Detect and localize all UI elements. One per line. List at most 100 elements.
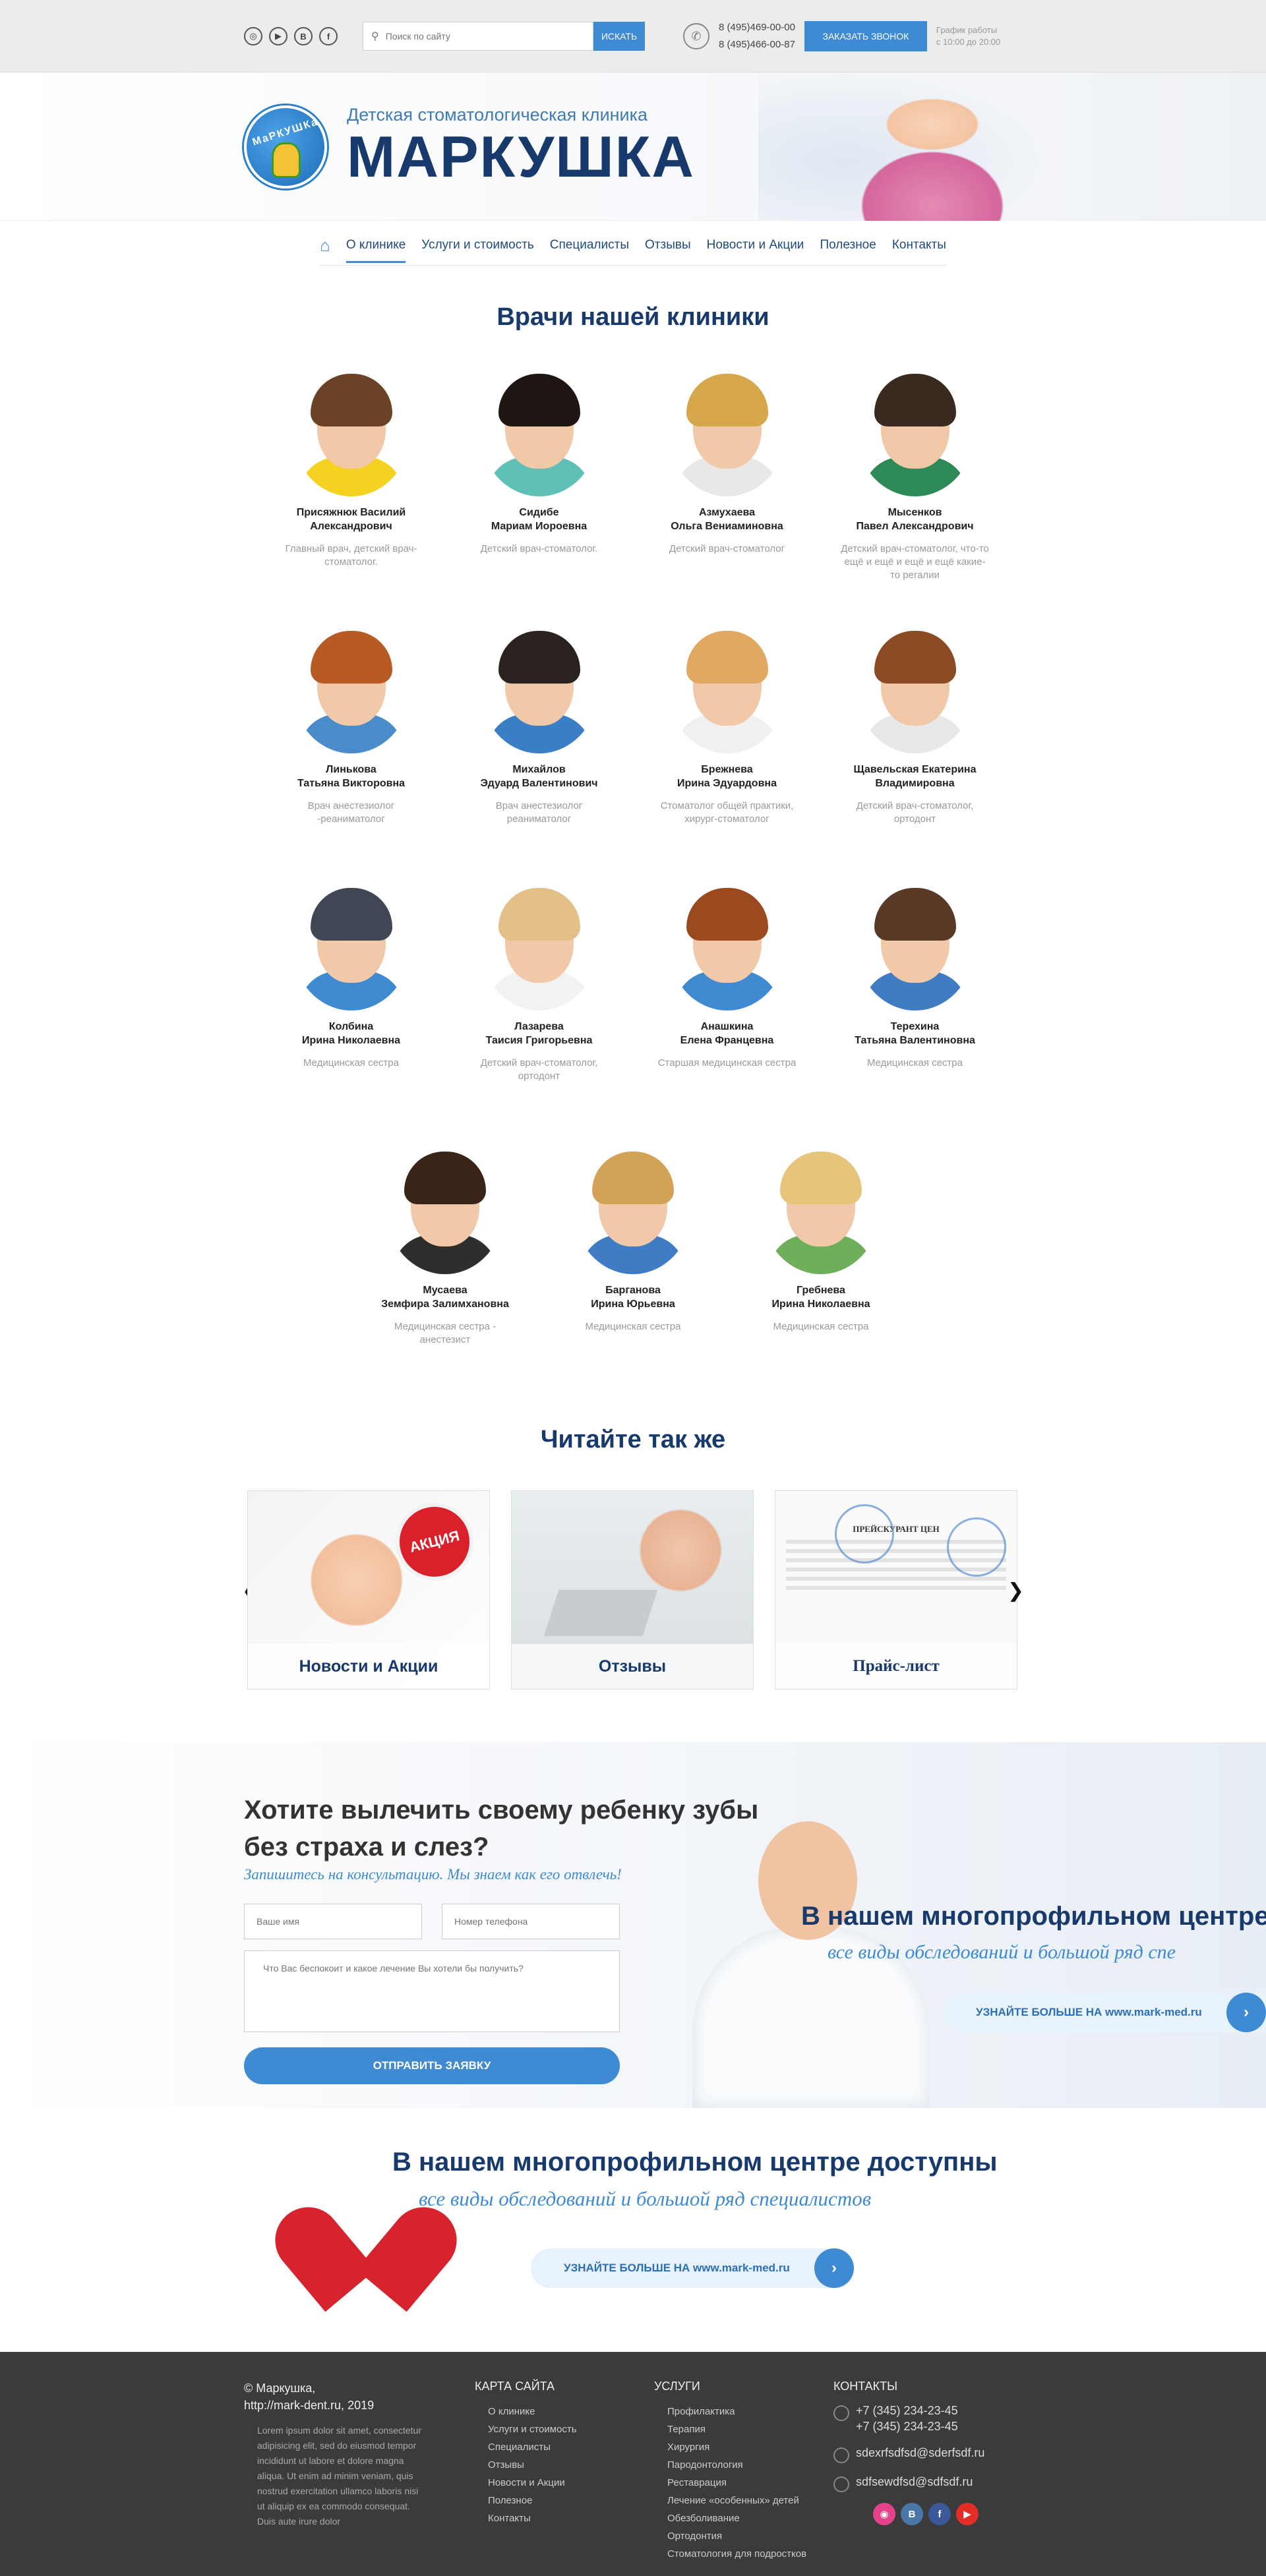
doctor-card[interactable]: Михайлов Эдуард Валентинович Врач анестези… — [445, 622, 633, 859]
doctor-card[interactable]: Азмухаева Ольга Вениаминовна Детский врач-… — [633, 365, 821, 602]
arrow-right-icon[interactable]: ❯ — [1008, 1579, 1024, 1602]
footer-contacts: КОНТАКТЫ +7 (345) 234-23-45 +7 (345) 234… — [833, 2380, 1013, 2563]
dribbble-icon[interactable]: ◉ — [873, 2503, 895, 2525]
search-input[interactable] — [385, 31, 584, 42]
doctor-name: Михайлов Эдуард Валентинович — [445, 763, 633, 790]
footer-service-link[interactable]: Хирургия — [654, 2438, 833, 2456]
vk-icon[interactable]: B — [294, 27, 313, 45]
phone-number[interactable]: 8 (495)466-00-87 — [719, 36, 795, 53]
nav-item[interactable]: Полезное — [820, 238, 876, 252]
youtube-icon[interactable]: ▶ — [269, 27, 287, 45]
footer-service-link[interactable]: Пародонтология — [654, 2456, 833, 2474]
working-hours: График работы с 10:00 до 20:00 — [936, 24, 1009, 48]
card-price-list[interactable]: ПРЕЙСКУРАНТ ЦЕН Прайс-лист — [775, 1490, 1017, 1689]
footer-sitemap-link[interactable]: Услуги и стоимость — [475, 2420, 654, 2438]
name-field[interactable] — [244, 1904, 422, 1939]
card-news[interactable]: АКЦИЯ Новости и Акции — [247, 1490, 490, 1689]
nav-item[interactable]: Отзывы — [645, 238, 691, 252]
card-reviews[interactable]: Отзывы — [511, 1490, 754, 1689]
message-field[interactable] — [244, 1950, 620, 2032]
doctor-card[interactable]: Терехина Татьяна Валентиновна Медицинская … — [821, 879, 1009, 1116]
phone-number[interactable]: +7 (345) 234-23-45 — [856, 2418, 958, 2434]
button-label: УЗНАЙТЕ БОЛЬШЕ НА www.mark-med.ru — [564, 2262, 790, 2274]
doctor-hair — [498, 888, 580, 941]
search-field[interactable]: ⚲ — [363, 22, 593, 51]
nav-item[interactable]: Новости и Акции — [707, 238, 804, 252]
phone-number[interactable]: 8 (495)469-00-00 — [719, 19, 795, 36]
doctor-card[interactable]: Линькова Татьяна Викторовна Врач анестезио… — [257, 622, 445, 859]
home-icon[interactable]: ⌂ — [320, 235, 330, 256]
logo[interactable]: МаРКУШКа — [244, 105, 327, 189]
doctor-role: Старшая медицинская сестра — [657, 1057, 797, 1068]
top-bar: ◎ ▶ Bf ⚲ ИСКАТЬ ✆ 8 (495)469-00-00 8 (495)… — [0, 0, 1266, 73]
copyright-line: © Маркушка, — [244, 2382, 316, 2395]
doctor-name: Присяжнюк Василий Александрович — [257, 506, 445, 533]
doctor-photo — [291, 622, 411, 753]
nav-item[interactable]: О клинике — [346, 238, 406, 263]
doctor-given-name: Мариам Иороевна — [491, 521, 588, 532]
footer-service-link[interactable]: Стоматология для подростков — [654, 2545, 833, 2563]
youtube-icon[interactable]: ▶ — [956, 2503, 979, 2525]
doctor-card[interactable]: Брежнева Ирина Эдуардовна Стоматолог общей… — [633, 622, 821, 859]
promo-title: В нашем многопрофильном центре — [801, 1902, 1266, 1931]
doctor-given-name: Эдуард Валентинович — [480, 778, 598, 789]
doctor-card[interactable]: Мусаева Земфира Залимхановна Медицинская с… — [351, 1142, 539, 1380]
footer-service-link[interactable]: Терапия — [654, 2420, 833, 2438]
doctor-card[interactable]: Сидибе Мариам Иороевна Детский врач-стомат… — [445, 365, 633, 602]
read-also-title: Читайте так же — [540, 1426, 726, 1453]
doctor-card[interactable]: Барганова Ирина Юрьевна Медицинская сестра — [539, 1142, 727, 1380]
doctor-photo — [667, 622, 787, 753]
footer-service-link[interactable]: Ортодонтия — [654, 2527, 833, 2545]
learn-more-button[interactable]: УЗНАЙТЕ БОЛЬШЕ НА www.mark-med.ru › — [943, 1993, 1266, 2032]
footer-sitemap-link[interactable]: О клинике — [475, 2403, 654, 2420]
order-call-button[interactable]: ЗАКАЗАТЬ ЗВОНОК — [804, 21, 927, 51]
doctor-card[interactable]: Гребнева Ирина Николаевна Медицинская сест… — [727, 1142, 915, 1380]
footer-service-link[interactable]: Обезболивание — [654, 2509, 833, 2527]
doctor-card[interactable]: Мысенков Павел Александрович Детский врач-… — [821, 365, 1009, 602]
doctor-hair — [498, 631, 580, 684]
doctor-role: Медицинская сестра — [585, 1321, 681, 1332]
facebook-icon[interactable]: f — [319, 27, 338, 45]
globe-icon[interactable]: ◎ — [244, 27, 262, 45]
email-link[interactable]: sdfsewdfsd@sdfsdf.ru — [856, 2474, 973, 2490]
footer-sitemap-link[interactable]: Полезное — [475, 2492, 654, 2509]
doctor-given-name: Ольга Вениаминовна — [671, 521, 783, 532]
footer-sitemap-link[interactable]: Новости и Акции — [475, 2474, 654, 2492]
doctor-photo — [762, 1142, 880, 1274]
doctor-photo — [667, 879, 787, 1010]
doctor-photo — [291, 879, 411, 1010]
doctor-card[interactable]: Анашкина Елена Францевна Старшая медицинск… — [633, 879, 821, 1116]
doctor-surname: Гребнева — [797, 1285, 845, 1296]
consultation-subtitle: Запишитесь на консультацию. Мы знаем как… — [244, 1866, 622, 1883]
doctor-card[interactable]: Колбина Ирина Николаевна Медицинская сестр… — [257, 879, 445, 1116]
search-button[interactable]: ИСКАТЬ — [593, 22, 645, 51]
email-link[interactable]: sdexrfsdfsd@sderfsdf.ru — [856, 2445, 984, 2461]
footer-service-link[interactable]: Реставрация — [654, 2474, 833, 2492]
doctor-hair — [310, 888, 392, 941]
doctor-surname: Мусаева — [423, 1285, 467, 1296]
doctor-role: Детский врач-стоматолог, ортодонт — [856, 800, 974, 825]
doctor-hair — [404, 1152, 486, 1204]
doctor-card[interactable]: Присяжнюк Василий Александрович Главный вр… — [257, 365, 445, 602]
phone-field[interactable] — [442, 1904, 620, 1939]
main-nav: ⌂ О клинике Услуги и стоимость Специалисты… — [0, 221, 1266, 270]
footer-service-link[interactable]: Профилактика — [654, 2403, 833, 2420]
footer-sitemap-link[interactable]: Отзывы — [475, 2456, 654, 2474]
learn-more-button[interactable]: УЗНАЙТЕ БОЛЬШЕ НА www.mark-med.ru › — [531, 2248, 854, 2288]
nav-item[interactable]: Специалисты — [550, 238, 629, 252]
phone-number[interactable]: +7 (345) 234-23-45 — [856, 2403, 958, 2418]
doctor-card[interactable]: Щавельская Екатерина Владимировна Детский … — [821, 622, 1009, 859]
doctor-name: Азмухаева Ольга Вениаминовна — [633, 506, 821, 533]
footer-service-link[interactable]: Лечение «особенных» детей — [654, 2492, 833, 2509]
footer-sitemap-link[interactable]: Контакты — [475, 2509, 654, 2527]
doctor-card[interactable]: Лазарева Таисия Григорьевна Детский врач-с… — [445, 879, 633, 1116]
vk-icon[interactable]: B — [901, 2503, 923, 2525]
nav-item[interactable]: Услуги и стоимость — [421, 238, 534, 252]
nav-item[interactable]: Контакты — [892, 238, 946, 252]
brand: Детская стоматологическая клиника МАРКУШ… — [347, 105, 695, 189]
footer-sitemap-link[interactable]: Специалисты — [475, 2438, 654, 2456]
facebook-icon[interactable]: f — [928, 2503, 951, 2525]
submit-request-button[interactable]: ОТПРАВИТЬ ЗАЯВКУ — [244, 2047, 620, 2084]
card-caption: Отзывы — [512, 1644, 753, 1689]
doctor-role: Детский врач-стоматолог. — [480, 543, 598, 554]
